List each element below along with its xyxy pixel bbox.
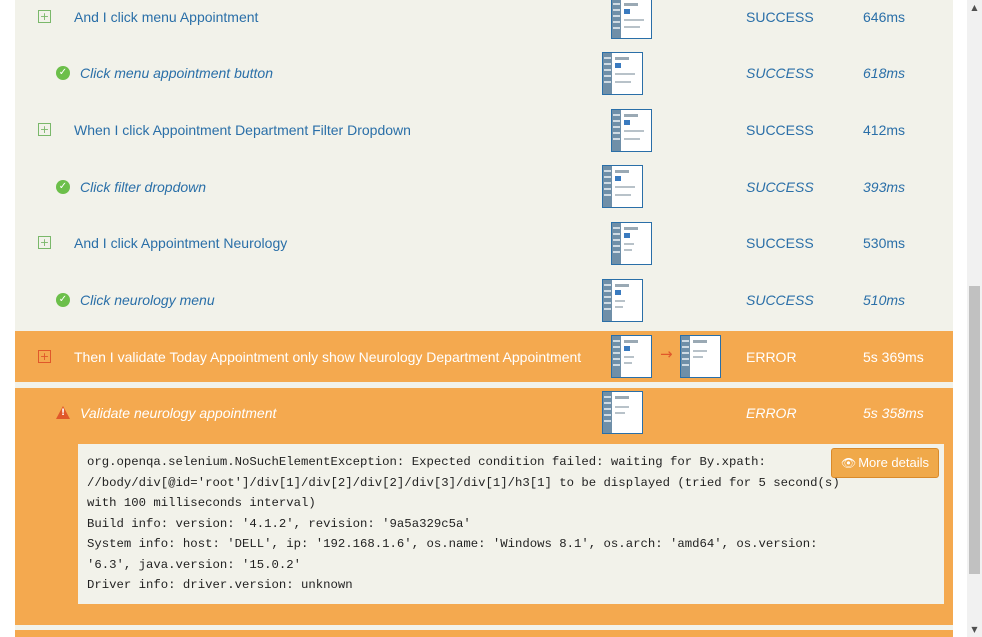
step-duration: 530ms [863, 235, 906, 251]
step-duration: 5s 369ms [863, 349, 924, 365]
screenshot-thumbnail[interactable] [680, 335, 721, 378]
substep-name: Validate neurology appointment [80, 405, 277, 421]
log-line: org.openqa.selenium.NoSuchElementExcepti… [87, 455, 766, 469]
step-name[interactable]: And I click menu Appointment [74, 9, 258, 25]
substep-status: SUCCESS [746, 292, 814, 308]
scrollbar-thumb[interactable] [969, 286, 980, 574]
step-status: ERROR [746, 349, 797, 365]
substep-name: Click neurology menu [80, 292, 215, 308]
check-circle-icon: ✓ [56, 180, 70, 194]
step-status: SUCCESS [746, 235, 814, 251]
log-line: System info: host: 'DELL', ip: '192.168.… [87, 537, 818, 551]
screenshot-thumbnail[interactable] [611, 335, 652, 378]
substep-name: Click menu appointment button [80, 65, 273, 81]
expand-icon[interactable]: + [38, 236, 51, 249]
step-duration: 646ms [863, 9, 906, 25]
step-name[interactable]: Then I validate Today Appointment only s… [74, 349, 581, 365]
screenshot-thumbnail[interactable] [602, 279, 643, 322]
log-line: //body/div[@id='root']/div[1]/div[2]/div… [87, 475, 840, 490]
arrow-right-icon: → [660, 345, 673, 363]
screenshot-thumbnail[interactable] [602, 52, 643, 95]
log-line: Build info: version: '4.1.2', revision: … [87, 516, 471, 531]
more-details-button[interactable]: 👁 More details [831, 448, 939, 478]
screenshot-thumbnail[interactable] [611, 109, 652, 152]
warning-triangle-icon: ! [56, 406, 70, 419]
step-status: SUCCESS [746, 9, 814, 25]
screenshot-thumbnail[interactable] [611, 222, 652, 265]
error-log: org.openqa.selenium.NoSuchElementExcepti… [78, 444, 944, 604]
scroll-down-icon[interactable]: ▼ [967, 622, 982, 637]
expand-icon[interactable]: + [38, 350, 51, 363]
scroll-up-icon[interactable]: ▲ [967, 0, 982, 15]
screenshot-thumbnail[interactable] [611, 0, 652, 39]
substep-duration: 510ms [863, 292, 906, 308]
substep-status: SUCCESS [746, 65, 814, 81]
check-circle-icon: ✓ [56, 293, 70, 307]
next-row [15, 630, 953, 637]
substep-duration: 5s 358ms [863, 405, 924, 421]
expand-icon[interactable]: + [38, 123, 51, 136]
eye-icon: 👁 [840, 456, 857, 470]
substep-name: Click filter dropdown [80, 179, 207, 195]
more-details-label: More details [858, 455, 930, 470]
step-name[interactable]: And I click Appointment Neurology [74, 235, 287, 251]
step-duration: 412ms [863, 122, 906, 138]
substep-duration: 393ms [863, 179, 906, 195]
log-line: with 100 milliseconds interval) [87, 496, 316, 510]
screenshot-thumbnail[interactable] [602, 391, 643, 434]
check-circle-icon: ✓ [56, 66, 70, 80]
error-step-row[interactable]: + Then I validate Today Appointment only… [15, 331, 953, 382]
substep-duration: 618ms [863, 65, 906, 81]
step-name[interactable]: When I click Appointment Department Filt… [74, 122, 411, 138]
substep-status: ERROR [746, 405, 797, 421]
step-status: SUCCESS [746, 122, 814, 138]
expand-icon[interactable]: + [38, 10, 51, 23]
log-line: Driver info: driver.version: unknown [87, 578, 353, 592]
substep-status: SUCCESS [746, 179, 814, 195]
screenshot-thumbnail[interactable] [602, 165, 643, 208]
log-line: '6.3', java.version: '15.0.2' [87, 557, 302, 572]
